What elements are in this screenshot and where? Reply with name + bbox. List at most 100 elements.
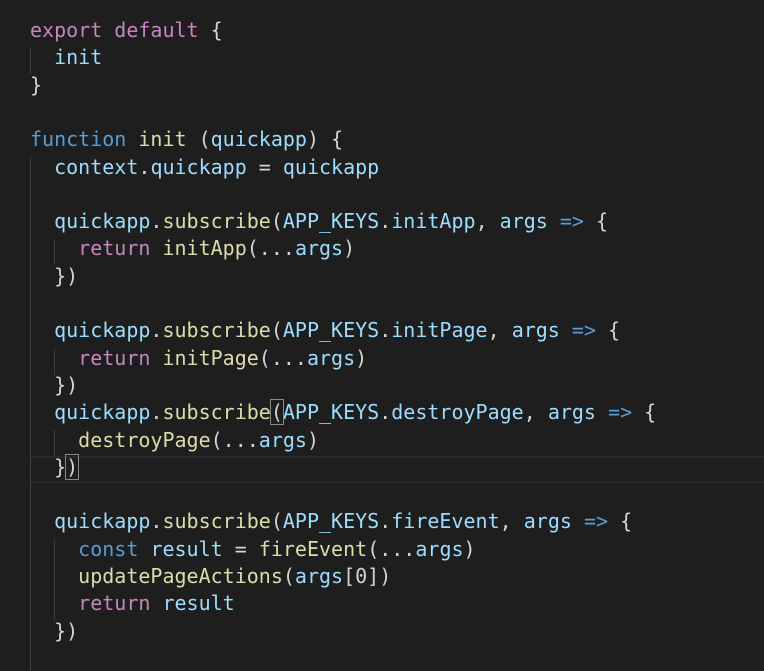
code-token: return xyxy=(78,345,151,370)
code-line[interactable]: }) xyxy=(30,263,78,290)
code-token: initPage xyxy=(162,345,259,370)
code-token: = xyxy=(246,154,283,179)
code-line[interactable]: export default { xyxy=(30,17,223,44)
code-token: APP_KEYS xyxy=(282,318,380,343)
code-token: (... xyxy=(367,536,416,561)
code-token: [0]) xyxy=(343,564,392,588)
code-line[interactable]: }) xyxy=(30,372,78,399)
code-token: quickapp xyxy=(54,318,151,343)
code-token: { xyxy=(583,209,609,234)
code-line[interactable]: } xyxy=(30,72,42,99)
code-line[interactable]: quickapp.subscribe(APP_KEYS.fireEvent, a… xyxy=(30,508,632,535)
code-token: { xyxy=(632,400,657,425)
code-token: . xyxy=(379,400,392,425)
code-line[interactable]: return result xyxy=(30,590,235,617)
code-line[interactable]: }) xyxy=(30,453,80,481)
code-token: args xyxy=(294,564,344,588)
code-token: const xyxy=(78,536,139,561)
code-line[interactable]: return initApp(...args) xyxy=(30,235,355,262)
code-token: init xyxy=(138,127,187,152)
code-token: . xyxy=(150,509,163,534)
code-line[interactable]: quickapp.subscribe(APP_KEYS.initApp, arg… xyxy=(30,208,608,235)
code-line[interactable]: quickapp.subscribe(APP_KEYS.destroyPage,… xyxy=(30,399,656,426)
code-token: args xyxy=(523,509,572,534)
code-token: args xyxy=(547,400,596,425)
code-token: , xyxy=(475,209,500,234)
code-token: }) xyxy=(30,618,79,643)
code-token: function xyxy=(30,127,127,152)
code-token: result xyxy=(150,536,223,561)
code-token: . xyxy=(150,209,163,234)
code-token: , xyxy=(499,509,524,534)
code-token: => xyxy=(583,509,609,534)
code-token: (... xyxy=(210,427,259,452)
code-token: quickapp xyxy=(150,154,247,179)
code-line[interactable]: destroyPage(...args) xyxy=(30,427,319,454)
code-line[interactable]: const result = fireEvent(...args) xyxy=(30,536,475,563)
code-token: ) xyxy=(343,236,356,261)
code-token: ) xyxy=(306,427,320,452)
code-token: quickapp xyxy=(54,509,151,534)
code-token: fireEvent xyxy=(258,536,368,561)
code-token: , xyxy=(487,318,512,343)
code-token: } xyxy=(30,454,67,479)
code-token: args xyxy=(306,345,356,370)
code-token: subscribe xyxy=(162,400,271,425)
code-token: APP_KEYS xyxy=(282,209,380,234)
code-token: quickapp xyxy=(210,127,307,152)
code-token: => xyxy=(571,318,596,343)
code-token: ( xyxy=(269,399,284,426)
code-token: return xyxy=(78,591,151,616)
code-line[interactable]: }) xyxy=(30,618,78,645)
code-token: APP_KEYS xyxy=(282,509,380,534)
code-token: (... xyxy=(246,236,295,261)
code-editor[interactable]: export default { init} function init (qui… xyxy=(0,0,764,671)
code-token: ( xyxy=(186,127,211,152)
code-token: ) { xyxy=(306,127,344,152)
code-token: quickapp xyxy=(54,400,151,425)
code-line[interactable]: quickapp.subscribe(APP_KEYS.initPage, ar… xyxy=(30,317,620,344)
code-token: . xyxy=(379,318,392,343)
code-token: { xyxy=(608,509,633,534)
code-line[interactable]: function init (quickapp) { xyxy=(30,126,343,153)
code-token: args xyxy=(258,427,307,452)
code-token: } xyxy=(30,72,43,97)
code-token: args xyxy=(499,209,548,234)
code-line[interactable]: updatePageActions(args[0]) xyxy=(30,563,391,590)
code-token: { xyxy=(596,318,621,343)
code-token: subscribe xyxy=(162,209,271,234)
code-token: updatePageActions xyxy=(78,564,283,588)
code-token: { xyxy=(198,18,223,42)
code-token: args xyxy=(415,536,464,561)
code-token: result xyxy=(162,591,235,616)
code-token: ( xyxy=(270,318,283,343)
code-token: quickapp xyxy=(282,154,380,179)
code-token: (... xyxy=(258,345,307,370)
code-token: return xyxy=(78,236,151,261)
code-line[interactable]: context.quickapp = quickapp xyxy=(30,154,379,181)
code-token: initApp xyxy=(162,236,247,261)
code-token: = xyxy=(222,536,259,561)
code-line[interactable]: init xyxy=(30,44,102,71)
code-line[interactable]: return initPage(...args) xyxy=(30,345,367,372)
code-token: => xyxy=(559,209,584,234)
code-token: ) xyxy=(355,345,368,370)
current-line-highlight xyxy=(30,456,764,483)
code-token: destroyPage xyxy=(391,400,524,425)
code-token: args xyxy=(294,236,344,261)
